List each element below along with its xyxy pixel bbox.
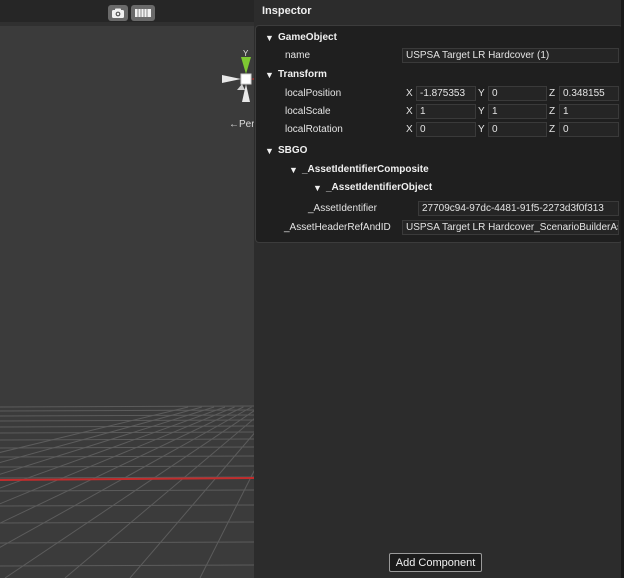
- axis-z-label: Z: [549, 106, 556, 117]
- local-position-y-field[interactable]: 0: [488, 86, 547, 101]
- name-field[interactable]: USPSA Target LR Hardcover (1): [402, 48, 619, 63]
- scene-view[interactable]: Y X ←Persp: [0, 0, 254, 578]
- inspector-title: Inspector: [262, 5, 312, 17]
- local-position-x-field[interactable]: -1.875353: [416, 86, 476, 101]
- asset-header-ref-field[interactable]: USPSA Target LR Hardcover_ScenarioBuilde…: [402, 220, 619, 235]
- grid-line: [0, 438, 254, 441]
- gizmo-back-cone: [237, 84, 245, 90]
- local-rotation-x-field[interactable]: 0: [416, 122, 476, 137]
- grid-line: [0, 405, 254, 408]
- transform-header[interactable]: Transform: [278, 69, 327, 80]
- grid-line: [0, 564, 254, 567]
- object-caret-icon[interactable]: ▼: [313, 183, 322, 193]
- grid-line: [0, 521, 254, 524]
- scene-toolbar-edge: [0, 22, 254, 26]
- asset-identifier-field[interactable]: 27709c94-97dc-4481-91f5-2273d3f0f313: [418, 201, 619, 216]
- local-scale-z-field[interactable]: 1: [559, 104, 619, 119]
- local-rotation-y-field[interactable]: 0: [488, 122, 547, 137]
- grid-line: [0, 489, 254, 492]
- composite-caret-icon[interactable]: ▼: [289, 165, 298, 175]
- sbgo-caret-icon[interactable]: ▼: [265, 146, 274, 156]
- gizmo-center: [240, 73, 252, 85]
- local-position-z-field[interactable]: 0.348155: [559, 86, 619, 101]
- grid-line: [0, 446, 254, 449]
- asset-identifier-label: _AssetIdentifier: [308, 203, 377, 214]
- projection-label[interactable]: ←Persp: [229, 119, 254, 130]
- gameobject-header[interactable]: GameObject: [278, 32, 337, 43]
- axis-y-label: Y: [478, 88, 485, 99]
- axis-x-label: X: [406, 106, 413, 117]
- local-scale-label: localScale: [285, 106, 331, 117]
- grid-line: [0, 465, 254, 468]
- gizmo-left-cone: [222, 75, 241, 83]
- name-label: name: [285, 50, 311, 61]
- sbgo-header[interactable]: SBGO: [278, 145, 307, 156]
- inspector-card: ▼ GameObject name USPSA Target LR Hardco…: [255, 25, 623, 243]
- grid-line: [0, 431, 254, 434]
- inspector-panel: Inspector ▼ GameObject name USPSA Target…: [254, 0, 624, 578]
- camera-icon[interactable]: [108, 5, 128, 21]
- axis-z-label: Z: [549, 124, 556, 135]
- axis-x-label: X: [406, 124, 413, 135]
- grid-line: [0, 541, 254, 544]
- local-scale-x-field[interactable]: 1: [416, 104, 476, 119]
- transform-caret-icon[interactable]: ▼: [265, 70, 274, 80]
- grid-line: [0, 455, 254, 458]
- local-rotation-label: localRotation: [285, 124, 343, 135]
- asset-identifier-composite-header[interactable]: _AssetIdentifierComposite: [302, 164, 429, 175]
- gameobject-caret-icon[interactable]: ▼: [265, 33, 274, 43]
- axis-z-label: Z: [549, 88, 556, 99]
- local-scale-y-field[interactable]: 1: [488, 104, 547, 119]
- grid-icon[interactable]: [131, 5, 155, 21]
- gizmo-y-label: Y: [243, 49, 249, 58]
- gizmo-y-cone: [241, 57, 251, 74]
- asset-identifier-object-header[interactable]: _AssetIdentifierObject: [326, 182, 432, 193]
- asset-header-ref-label: _AssetHeaderRefAndID: [284, 222, 391, 233]
- axis-y-label: Y: [478, 106, 485, 117]
- local-position-label: localPosition: [285, 88, 342, 99]
- local-rotation-z-field[interactable]: 0: [559, 122, 619, 137]
- axis-y-label: Y: [478, 124, 485, 135]
- axis-x-label: X: [406, 88, 413, 99]
- add-component-button[interactable]: Add Component: [389, 553, 482, 572]
